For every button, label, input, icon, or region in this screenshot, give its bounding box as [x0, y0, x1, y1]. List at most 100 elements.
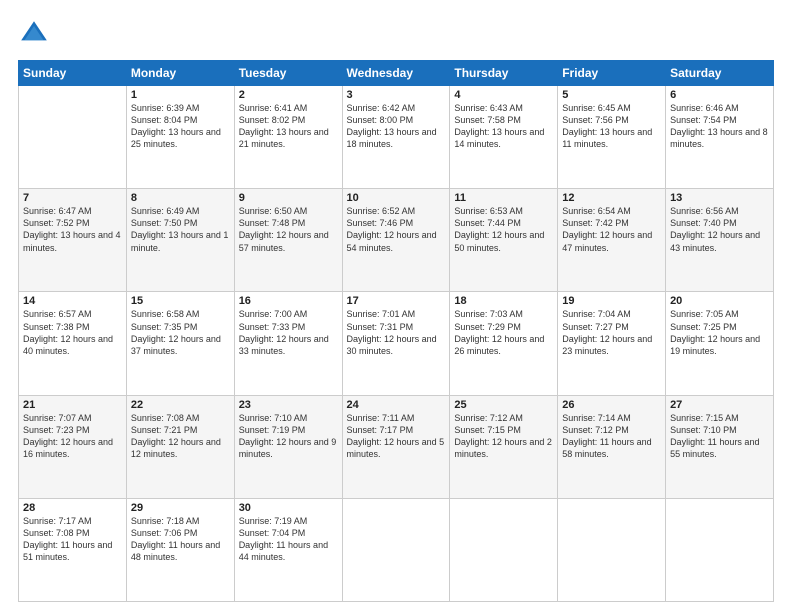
- sunset: Sunset: 8:02 PM: [239, 115, 306, 125]
- daylight: Daylight: 11 hours and 51 minutes.: [23, 540, 112, 562]
- day-number: 10: [347, 192, 446, 204]
- daylight: Daylight: 12 hours and 54 minutes.: [347, 230, 437, 252]
- day-number: 12: [562, 192, 661, 204]
- sunrise: Sunrise: 7:10 AM: [239, 413, 308, 423]
- sunrise: Sunrise: 6:41 AM: [239, 103, 308, 113]
- daylight: Daylight: 11 hours and 44 minutes.: [239, 540, 328, 562]
- sunrise: Sunrise: 7:14 AM: [562, 413, 631, 423]
- sunset: Sunset: 7:12 PM: [562, 425, 629, 435]
- daylight: Daylight: 12 hours and 30 minutes.: [347, 334, 437, 356]
- sunset: Sunset: 7:38 PM: [23, 322, 90, 332]
- sunset: Sunset: 7:54 PM: [670, 115, 737, 125]
- calendar-cell: 13 Sunrise: 6:56 AM Sunset: 7:40 PM Dayl…: [666, 189, 774, 292]
- calendar-cell: 11 Sunrise: 6:53 AM Sunset: 7:44 PM Dayl…: [450, 189, 558, 292]
- day-info: Sunrise: 6:54 AM Sunset: 7:42 PM Dayligh…: [562, 205, 661, 254]
- sunrise: Sunrise: 6:53 AM: [454, 206, 523, 216]
- day-number: 19: [562, 295, 661, 307]
- sunrise: Sunrise: 7:15 AM: [670, 413, 739, 423]
- daylight: Daylight: 12 hours and 37 minutes.: [131, 334, 221, 356]
- day-number: 9: [239, 192, 338, 204]
- day-number: 5: [562, 89, 661, 101]
- sunset: Sunset: 7:40 PM: [670, 218, 737, 228]
- day-info: Sunrise: 6:58 AM Sunset: 7:35 PM Dayligh…: [131, 308, 230, 357]
- sunset: Sunset: 7:46 PM: [347, 218, 414, 228]
- sunset: Sunset: 7:27 PM: [562, 322, 629, 332]
- day-info: Sunrise: 6:47 AM Sunset: 7:52 PM Dayligh…: [23, 205, 122, 254]
- day-info: Sunrise: 6:52 AM Sunset: 7:46 PM Dayligh…: [347, 205, 446, 254]
- sunrise: Sunrise: 6:49 AM: [131, 206, 200, 216]
- sunrise: Sunrise: 6:58 AM: [131, 309, 200, 319]
- day-info: Sunrise: 7:11 AM Sunset: 7:17 PM Dayligh…: [347, 412, 446, 461]
- day-number: 3: [347, 89, 446, 101]
- day-number: 21: [23, 399, 122, 411]
- day-number: 22: [131, 399, 230, 411]
- calendar-cell: [558, 498, 666, 601]
- sunset: Sunset: 7:58 PM: [454, 115, 521, 125]
- day-info: Sunrise: 7:18 AM Sunset: 7:06 PM Dayligh…: [131, 515, 230, 564]
- sunrise: Sunrise: 7:03 AM: [454, 309, 523, 319]
- sunset: Sunset: 7:56 PM: [562, 115, 629, 125]
- calendar-cell: 10 Sunrise: 6:52 AM Sunset: 7:46 PM Dayl…: [342, 189, 450, 292]
- day-info: Sunrise: 7:07 AM Sunset: 7:23 PM Dayligh…: [23, 412, 122, 461]
- day-info: Sunrise: 6:45 AM Sunset: 7:56 PM Dayligh…: [562, 102, 661, 151]
- day-info: Sunrise: 6:50 AM Sunset: 7:48 PM Dayligh…: [239, 205, 338, 254]
- day-info: Sunrise: 7:19 AM Sunset: 7:04 PM Dayligh…: [239, 515, 338, 564]
- day-info: Sunrise: 6:39 AM Sunset: 8:04 PM Dayligh…: [131, 102, 230, 151]
- daylight: Daylight: 13 hours and 4 minutes.: [23, 230, 121, 252]
- sunrise: Sunrise: 6:39 AM: [131, 103, 200, 113]
- day-info: Sunrise: 7:08 AM Sunset: 7:21 PM Dayligh…: [131, 412, 230, 461]
- calendar-cell: 30 Sunrise: 7:19 AM Sunset: 7:04 PM Dayl…: [234, 498, 342, 601]
- sunset: Sunset: 7:04 PM: [239, 528, 306, 538]
- day-number: 11: [454, 192, 553, 204]
- sunset: Sunset: 7:23 PM: [23, 425, 90, 435]
- calendar-cell: 21 Sunrise: 7:07 AM Sunset: 7:23 PM Dayl…: [19, 395, 127, 498]
- daylight: Daylight: 12 hours and 57 minutes.: [239, 230, 329, 252]
- day-info: Sunrise: 7:01 AM Sunset: 7:31 PM Dayligh…: [347, 308, 446, 357]
- sunset: Sunset: 8:00 PM: [347, 115, 414, 125]
- calendar-cell: 5 Sunrise: 6:45 AM Sunset: 7:56 PM Dayli…: [558, 86, 666, 189]
- calendar-cell: 27 Sunrise: 7:15 AM Sunset: 7:10 PM Dayl…: [666, 395, 774, 498]
- day-number: 28: [23, 502, 122, 514]
- day-number: 24: [347, 399, 446, 411]
- calendar-header-thursday: Thursday: [450, 61, 558, 86]
- day-number: 1: [131, 89, 230, 101]
- daylight: Daylight: 13 hours and 18 minutes.: [347, 127, 437, 149]
- sunset: Sunset: 7:19 PM: [239, 425, 306, 435]
- day-info: Sunrise: 7:03 AM Sunset: 7:29 PM Dayligh…: [454, 308, 553, 357]
- calendar-header-monday: Monday: [126, 61, 234, 86]
- sunset: Sunset: 7:06 PM: [131, 528, 198, 538]
- day-number: 18: [454, 295, 553, 307]
- day-info: Sunrise: 7:00 AM Sunset: 7:33 PM Dayligh…: [239, 308, 338, 357]
- sunset: Sunset: 7:29 PM: [454, 322, 521, 332]
- sunrise: Sunrise: 6:56 AM: [670, 206, 739, 216]
- sunrise: Sunrise: 7:17 AM: [23, 516, 92, 526]
- sunrise: Sunrise: 7:07 AM: [23, 413, 92, 423]
- sunrise: Sunrise: 6:50 AM: [239, 206, 308, 216]
- day-info: Sunrise: 6:53 AM Sunset: 7:44 PM Dayligh…: [454, 205, 553, 254]
- sunrise: Sunrise: 7:00 AM: [239, 309, 308, 319]
- calendar-cell: 2 Sunrise: 6:41 AM Sunset: 8:02 PM Dayli…: [234, 86, 342, 189]
- daylight: Daylight: 13 hours and 8 minutes.: [670, 127, 768, 149]
- day-info: Sunrise: 7:15 AM Sunset: 7:10 PM Dayligh…: [670, 412, 769, 461]
- daylight: Daylight: 12 hours and 47 minutes.: [562, 230, 652, 252]
- logo-icon: [18, 18, 50, 50]
- calendar-cell: [342, 498, 450, 601]
- daylight: Daylight: 12 hours and 40 minutes.: [23, 334, 113, 356]
- day-info: Sunrise: 6:42 AM Sunset: 8:00 PM Dayligh…: [347, 102, 446, 151]
- calendar-header-row: SundayMondayTuesdayWednesdayThursdayFrid…: [19, 61, 774, 86]
- calendar-cell: 18 Sunrise: 7:03 AM Sunset: 7:29 PM Dayl…: [450, 292, 558, 395]
- day-number: 17: [347, 295, 446, 307]
- daylight: Daylight: 12 hours and 43 minutes.: [670, 230, 760, 252]
- sunrise: Sunrise: 7:18 AM: [131, 516, 200, 526]
- calendar-cell: 25 Sunrise: 7:12 AM Sunset: 7:15 PM Dayl…: [450, 395, 558, 498]
- day-number: 16: [239, 295, 338, 307]
- calendar-week-row: 1 Sunrise: 6:39 AM Sunset: 8:04 PM Dayli…: [19, 86, 774, 189]
- day-info: Sunrise: 7:04 AM Sunset: 7:27 PM Dayligh…: [562, 308, 661, 357]
- calendar-week-row: 14 Sunrise: 6:57 AM Sunset: 7:38 PM Dayl…: [19, 292, 774, 395]
- daylight: Daylight: 11 hours and 58 minutes.: [562, 437, 651, 459]
- sunrise: Sunrise: 7:11 AM: [347, 413, 415, 423]
- day-number: 26: [562, 399, 661, 411]
- day-info: Sunrise: 7:10 AM Sunset: 7:19 PM Dayligh…: [239, 412, 338, 461]
- calendar-cell: [19, 86, 127, 189]
- sunrise: Sunrise: 6:46 AM: [670, 103, 739, 113]
